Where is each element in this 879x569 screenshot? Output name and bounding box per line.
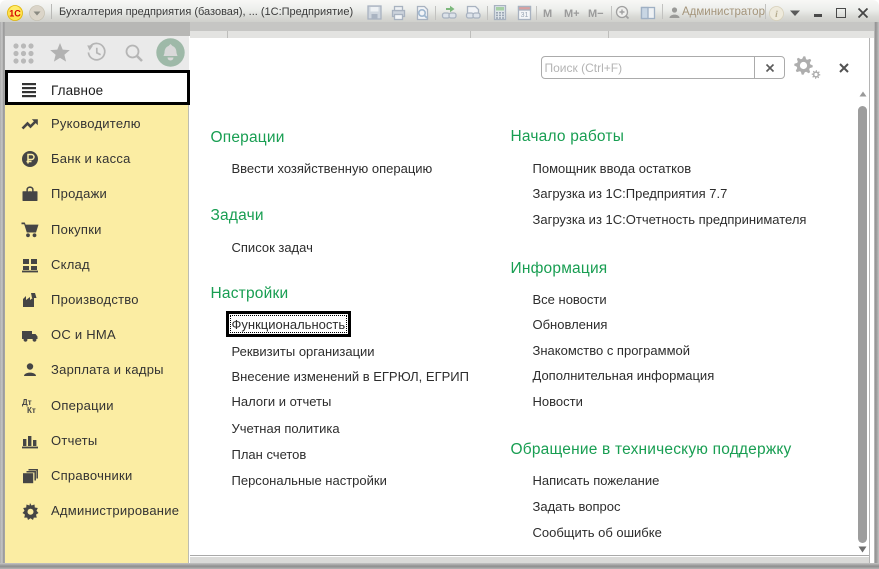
svg-text:i: i <box>775 10 778 20</box>
svg-text:31: 31 <box>521 12 529 19</box>
svg-text:M+: M+ <box>564 8 580 20</box>
svg-text:M−: M− <box>588 8 604 20</box>
svg-text:1С: 1С <box>9 9 21 19</box>
svg-text:Кт: Кт <box>27 406 36 415</box>
svg-text:M: M <box>543 8 552 20</box>
